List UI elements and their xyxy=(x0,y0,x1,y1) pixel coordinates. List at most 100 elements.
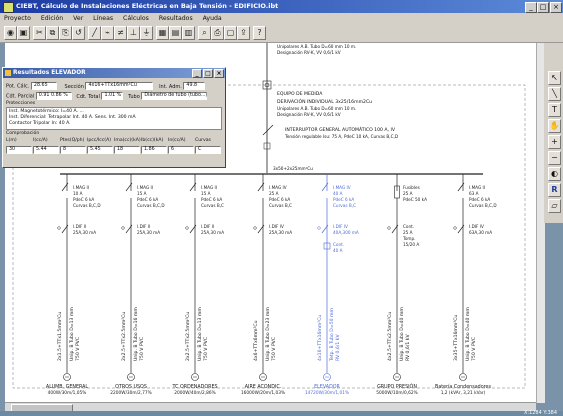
conduit-spec: Unip. B Tubo D=40 mm xyxy=(465,307,471,361)
preview-icon[interactable]: ▢ xyxy=(224,26,237,40)
calc-power-label: Pot. Cálc. xyxy=(6,83,30,90)
cdt-parcial-label: Cdt. Parcial xyxy=(6,93,35,100)
right-toolbar: ↖ ╲ T ✋ + − ◐ R ▱ xyxy=(544,43,563,223)
top-block-text: DERIVACIÓN INDIVIDUAL 3x25/16mm2Cu xyxy=(277,98,372,105)
menu-edicion[interactable]: Edición xyxy=(37,13,67,22)
calc-icon[interactable]: ▦ xyxy=(156,26,169,40)
text-tool-icon[interactable]: T xyxy=(548,103,561,117)
check-header: I(cc/A) xyxy=(33,138,48,143)
int-adm-field[interactable]: 49.8 xyxy=(183,82,206,90)
circuit-2[interactable]: I.MAG II15 APdeC 6 kACurvas B,CI.DIF II2… xyxy=(171,174,224,396)
menu-lineas[interactable]: Líneas xyxy=(89,13,117,22)
cut-icon[interactable]: ✂ xyxy=(33,26,46,40)
eraser-icon[interactable]: ▱ xyxy=(548,199,561,213)
paste-icon[interactable]: ⎘ xyxy=(59,26,72,40)
cdt-parcial-field[interactable]: 0.91 0.86 % xyxy=(35,92,72,100)
protecciones-label: Protecciones xyxy=(6,101,36,106)
circuit-1[interactable]: I.MAG II15 APdeC 6 kACurvas B,C,D I.DIF I… xyxy=(110,174,165,396)
check-value[interactable]: 30 xyxy=(6,146,32,154)
mag-rating: 15 A xyxy=(137,191,147,196)
cable-section: 4x16+TTx16mm²Cu xyxy=(317,315,323,361)
menu-resultados[interactable]: Resultados xyxy=(155,13,197,22)
tubo-field[interactable]: Diámetro de tubo (tubo...) xyxy=(141,92,208,100)
dialog-maximize-button[interactable]: □ xyxy=(203,69,213,78)
section-field[interactable]: 4x16+TTx16mm²Cu xyxy=(85,82,154,90)
dialog-minimize-button[interactable]: _ xyxy=(192,69,202,78)
zoom-in-icon[interactable]: + xyxy=(548,135,561,149)
ground-icon[interactable]: ⏚ xyxy=(140,26,153,40)
mag-label: Fusibles xyxy=(403,185,420,190)
load-name: ELEVADOR xyxy=(314,384,340,390)
cable-section: 4x2.5+TTx2.5mm²Cu xyxy=(387,312,393,361)
copy-icon[interactable]: ⧉ xyxy=(46,26,59,40)
comprobacion-label: Comprobación xyxy=(6,131,40,136)
open-icon[interactable]: ◉ xyxy=(4,26,17,40)
r-icon[interactable]: R xyxy=(548,183,561,197)
switch-icon[interactable]: ⌁ xyxy=(101,26,114,40)
dialog-close-button[interactable]: × xyxy=(214,69,224,78)
mag-label: I.MAG II xyxy=(469,185,485,190)
check-header: Curvas xyxy=(195,138,211,143)
cable-insulation: 750 V PVC xyxy=(271,337,277,361)
menu-calculos[interactable]: Cálculos xyxy=(119,13,153,22)
zoom-out-icon[interactable]: − xyxy=(548,151,561,165)
circuit-5[interactable]: Fusibles25 APdeC 50 kACont.25 ATomp.15/2… xyxy=(376,174,427,396)
circuit-3[interactable]: I.MAG IV25 APdeC 6 kACurvas B,C I.DIF IV2… xyxy=(241,174,292,396)
rcd-label: I.DIF IV xyxy=(333,224,348,229)
cdt-total-field[interactable]: 1.01 % xyxy=(101,92,124,100)
load-name: ALUMB. GENERAL xyxy=(46,384,88,390)
cable-section: 3x35+TTx16mm²Cu xyxy=(453,315,459,361)
pdc-label: PdeC 6 kA xyxy=(137,197,158,202)
top-block-text: Designación RV-K, VV 0,6/1 kV xyxy=(277,50,341,55)
table-icon[interactable]: ▤ xyxy=(169,26,182,40)
results-dialog[interactable]: Resultados ELEVADOR _ □ × Pot. Cálc. 28.… xyxy=(2,67,226,168)
save-icon[interactable]: ▣ xyxy=(17,26,30,40)
check-value[interactable]: 18 xyxy=(114,146,140,154)
rcd-marker xyxy=(253,226,257,230)
curves-label: Curvas B,C xyxy=(269,203,292,208)
check-value[interactable]: C xyxy=(195,146,221,154)
check-header: Ima(cc)(kA) xyxy=(114,138,141,143)
check-value[interactable]: 8 xyxy=(60,146,86,154)
load-name: Batería Condensadores xyxy=(435,383,491,390)
conduit-spec: Tetp. B Tubo D=50 mm xyxy=(329,308,335,362)
hand-icon[interactable]: ✋ xyxy=(548,119,561,133)
check-value[interactable]: 5.45 xyxy=(87,146,113,154)
protecciones-box: Inst. Magnetotérmico: I=40 A. ... Inst. … xyxy=(6,107,222,130)
circuit-0[interactable]: I.MAG II10 APdeC 6 kACurvas B,C,D I.DIF I… xyxy=(46,174,101,396)
results-icon[interactable]: ▥ xyxy=(182,26,195,40)
fuse-icon[interactable]: ≠ xyxy=(114,26,127,40)
export-icon[interactable]: ⇪ xyxy=(237,26,250,40)
line-icon[interactable]: ╱ xyxy=(88,26,101,40)
circuit-6[interactable]: I.MAG II63 APdeC 6 kACurvas B,C,D I.DIF I… xyxy=(435,174,497,396)
check-header: Ptes(Q/ph) xyxy=(60,138,85,143)
int-adm-label: Int. Adm. xyxy=(159,83,182,90)
circuit-4[interactable]: I.MAG IV40 APdeC 6 kACurvas B,CI.DIF IV4… xyxy=(305,174,359,396)
breaker-icon[interactable]: ⊥ xyxy=(127,26,140,40)
menu-proyecto[interactable]: Proyecto xyxy=(0,13,35,22)
calc-power-field[interactable]: 28.65 xyxy=(30,82,57,90)
dialog-title-bar: Resultados ELEVADOR _ □ × xyxy=(3,68,225,78)
pdc-label: PdeC 6 kA xyxy=(201,197,222,202)
load-power: 16000W/20m/1,03% xyxy=(241,390,285,396)
undo-icon[interactable]: ↺ xyxy=(72,26,85,40)
check-value[interactable]: 6 xyxy=(168,146,194,154)
comprobacion-table: L(m) 30 I(cc/A) 5.44 Ptes(Q/ph) 8 Ipcc/Icc(A) 5… xyxy=(6,138,221,160)
close-button[interactable]: × xyxy=(550,2,562,13)
pointer-icon[interactable]: ↖ xyxy=(548,71,561,85)
help-icon[interactable]: ? xyxy=(253,26,266,40)
print-icon[interactable]: ⎙ xyxy=(211,26,224,40)
maximize-button[interactable]: □ xyxy=(537,2,549,13)
contactor-rating: 40 A xyxy=(333,248,343,253)
top-block-text: Designación RV-K, VV 0,6/1 kV xyxy=(277,112,341,117)
zoom-icon[interactable]: ⌕ xyxy=(198,26,211,40)
check-header: Ib(cc)(kA) xyxy=(141,138,164,143)
palette-icon[interactable]: ◐ xyxy=(548,167,561,181)
minimize-button[interactable]: _ xyxy=(525,2,537,13)
menu-ayuda[interactable]: Ayuda xyxy=(199,13,226,22)
line-tool-icon[interactable]: ╲ xyxy=(548,87,561,101)
check-value[interactable]: 5.44 xyxy=(33,146,59,154)
rcd-rating: 25 A xyxy=(403,230,413,235)
check-value[interactable]: 1.86 xyxy=(141,146,167,154)
menu-ver[interactable]: Ver xyxy=(69,13,87,22)
